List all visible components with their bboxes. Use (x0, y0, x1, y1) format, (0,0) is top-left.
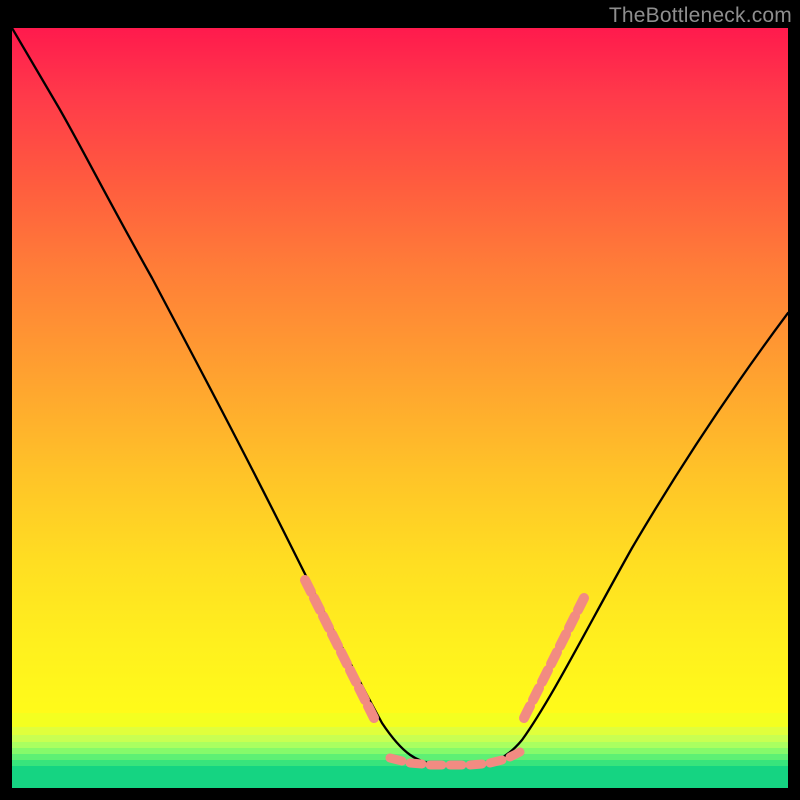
gradient-main (12, 28, 788, 713)
watermark-text: TheBottleneck.com (609, 4, 792, 28)
gradient-band (12, 766, 788, 788)
gradient-band (12, 735, 788, 742)
plot-area (12, 28, 788, 788)
gradient-band (12, 727, 788, 735)
chart-canvas: TheBottleneck.com (0, 0, 800, 800)
gradient-band (12, 713, 788, 727)
